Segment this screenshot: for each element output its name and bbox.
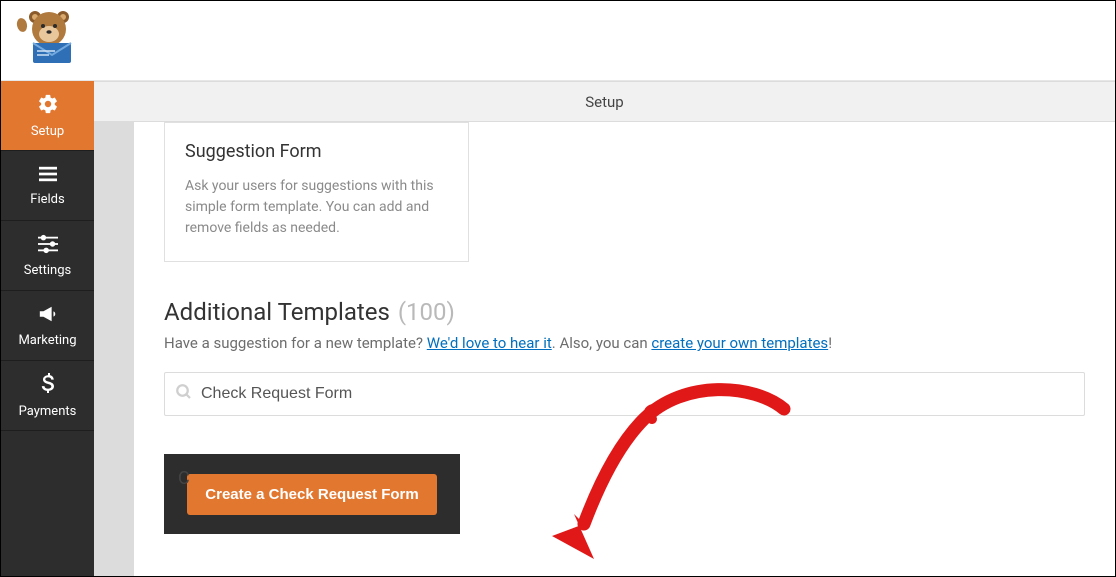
additional-templates-heading: Additional Templates (100) <box>164 298 1085 326</box>
sidebar-item-fields[interactable]: Fields <box>1 151 94 221</box>
search-icon <box>175 383 193 405</box>
top-bar <box>1 1 1115 81</box>
sidebar-item-marketing[interactable]: Marketing <box>1 291 94 361</box>
feedback-link[interactable]: We'd love to hear it <box>427 334 552 352</box>
bullhorn-icon <box>37 304 59 327</box>
template-search[interactable] <box>164 372 1085 416</box>
sidebar-item-settings[interactable]: Settings <box>1 221 94 291</box>
sidebar-item-payments[interactable]: Payments <box>1 361 94 431</box>
sidebar: Setup Fields Settings <box>1 81 94 576</box>
subtext-mid: . Also, you can <box>552 334 652 352</box>
sidebar-item-label: Marketing <box>18 333 76 348</box>
panel-tab-label: Setup <box>585 93 623 111</box>
sidebar-item-label: Payments <box>19 404 77 419</box>
create-own-link[interactable]: create your own templates <box>651 334 828 352</box>
logo <box>1 1 85 65</box>
template-card-suggestion-form[interactable]: Suggestion Form Ask your users for sugge… <box>164 122 469 262</box>
template-card-desc: Ask your users for suggestions with this… <box>185 176 448 239</box>
template-result-check-request-form[interactable]: C Create a Check Request Form <box>164 454 460 534</box>
sidebar-item-label: Fields <box>30 192 64 207</box>
sidebar-item-setup[interactable]: Setup <box>1 81 94 151</box>
subtext-post: ! <box>828 334 832 352</box>
template-card-title: Suggestion Form <box>185 141 448 162</box>
content-area: Suggestion Form Ask your users for sugge… <box>94 122 1115 576</box>
section-count: (100) <box>398 298 455 326</box>
sliders-icon <box>37 234 59 257</box>
panel-tab-setup[interactable]: Setup <box>94 81 1115 122</box>
template-search-input[interactable] <box>201 385 1074 403</box>
dollar-icon <box>41 373 55 398</box>
create-form-button[interactable]: Create a Check Request Form <box>187 474 436 515</box>
sidebar-item-label: Settings <box>24 263 71 278</box>
gear-icon <box>37 93 59 118</box>
sidebar-item-label: Setup <box>31 124 64 139</box>
result-title-peek: C <box>178 468 190 489</box>
section-title: Additional Templates <box>164 298 390 326</box>
list-icon <box>37 165 59 186</box>
subtext-pre: Have a suggestion for a new template? <box>164 334 427 352</box>
section-subtext: Have a suggestion for a new template? We… <box>164 334 1085 352</box>
